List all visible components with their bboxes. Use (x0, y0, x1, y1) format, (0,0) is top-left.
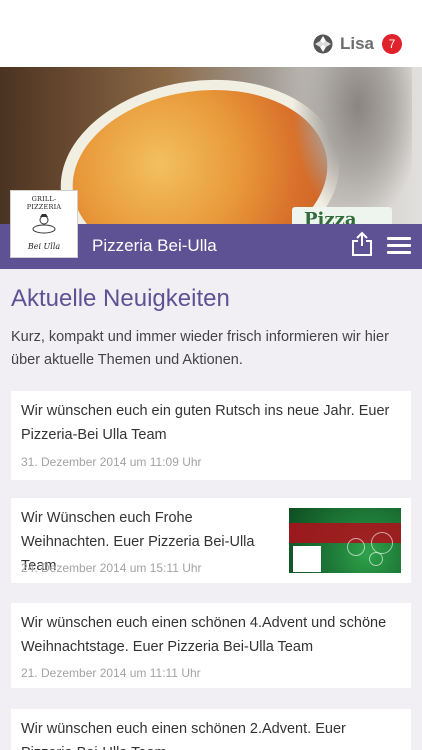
news-intro: Kurz, kompakt und immer wieder frisch in… (11, 329, 389, 368)
thumbnail-card (293, 546, 321, 572)
hamburger-menu-icon[interactable] (387, 237, 411, 255)
chef-logo-icon (32, 214, 56, 234)
ornament-icon (371, 532, 393, 554)
notification-badge[interactable]: 7 (382, 34, 402, 54)
waiter-image (292, 67, 412, 225)
user-chip[interactable]: Lisa 7 (313, 33, 402, 55)
restaurant-name: Pizzeria Bei-Ulla (92, 236, 217, 255)
news-item[interactable]: Wir wünschen euch ein guten Rutsch ins n… (11, 391, 411, 480)
news-item-date: 31. Dezember 2014 um 11:09 Uhr (21, 455, 202, 469)
app-logo-icon (313, 34, 333, 54)
logo-title: GRILL-PIZZERIA (26, 195, 62, 211)
news-item-date: 21. Dezember 2014 um 11:11 Uhr (21, 666, 201, 680)
restaurant-logo: GRILL-PIZZERIA Bei Ulla (10, 190, 78, 258)
christmas-thumbnail (289, 508, 401, 573)
top-bar: Lisa 7 (0, 0, 422, 67)
news-item[interactable]: Wir Wünschen euch Frohe Weihnachten. Eue… (11, 498, 411, 583)
ornament-icon (369, 552, 383, 566)
news-item-text: Wir wünschen euch ein guten Rutsch ins n… (21, 403, 390, 443)
pizza-sign: Pizza (292, 207, 392, 225)
news-item-date: 24. Dezember 2014 um 15:11 Uhr (21, 561, 202, 575)
logo-subtitle: Bei Ulla (27, 242, 61, 251)
news-item[interactable]: Wir wünschen euch einen schönen 4.Advent… (11, 603, 411, 688)
share-icon[interactable] (351, 231, 373, 257)
news-item-text: Wir wünschen euch einen schönen 2.Advent… (21, 721, 346, 750)
ornament-icon (347, 538, 365, 556)
news-item[interactable]: Wir wünschen euch einen schönen 2.Advent… (11, 709, 411, 750)
news-item-text: Wir wünschen euch einen schönen 4.Advent… (21, 615, 387, 655)
user-name[interactable]: Lisa (340, 34, 374, 54)
news-heading: Aktuelle Neuigkeiten (11, 285, 230, 312)
